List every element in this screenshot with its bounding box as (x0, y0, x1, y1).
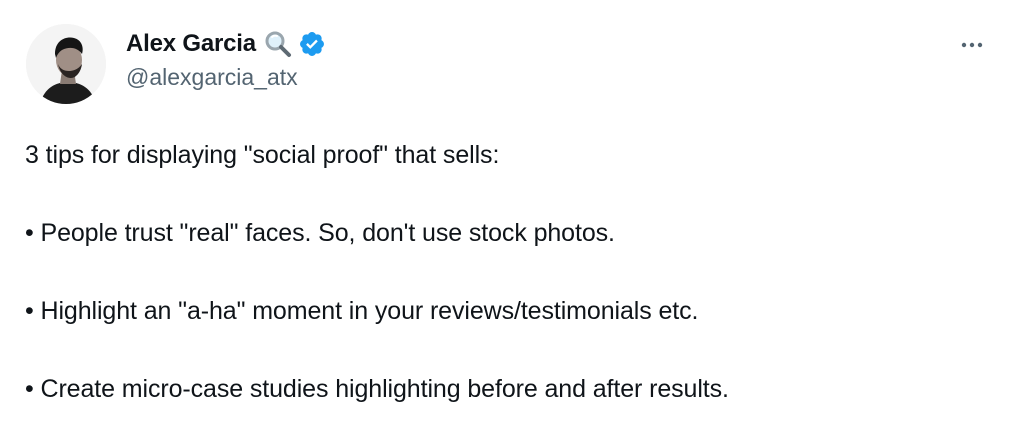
tweet-line-tip-3: • Create micro-case studies highlighting… (25, 375, 729, 403)
tweet-line-tip-2: • Highlight an "a-ha" moment in your rev… (25, 297, 699, 325)
avatar[interactable] (26, 24, 106, 104)
author-name-row: Alex Garcia (126, 28, 326, 60)
author-handle[interactable]: @alexgarcia_atx (126, 64, 298, 91)
magnifying-glass-icon (264, 30, 292, 58)
tweet-line-intro: 3 tips for displaying "social proof" tha… (25, 141, 500, 169)
author-display-name[interactable]: Alex Garcia (126, 30, 256, 58)
more-horizontal-icon (961, 42, 983, 48)
tweet-card: Alex Garcia @alexgarcia_atx 3 tips for d… (0, 0, 1012, 438)
verified-badge-icon[interactable] (298, 30, 326, 58)
tweet-line-tip-1: • People trust "real" faces. So, don't u… (25, 219, 615, 247)
avatar-photo (26, 24, 106, 104)
tweet-text: 3 tips for displaying "social proof" tha… (25, 136, 995, 409)
more-options-button[interactable] (950, 30, 994, 60)
